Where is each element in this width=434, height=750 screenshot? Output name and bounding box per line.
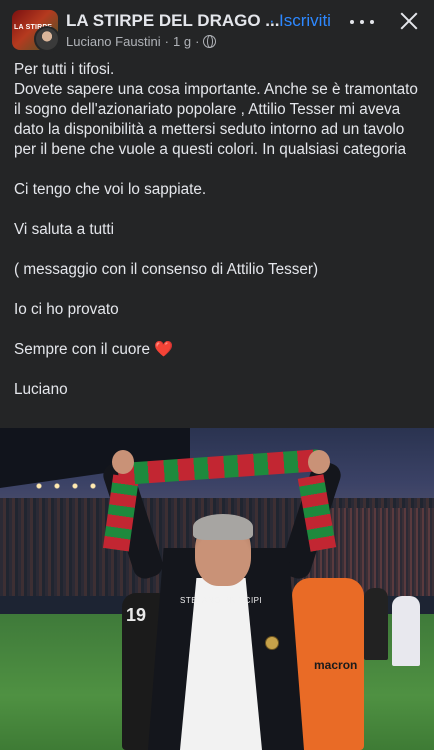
author-name[interactable]: Luciano Faustini (66, 34, 161, 49)
meta-separator: · (164, 34, 170, 49)
post-paragraph: Per tutti i tifosi. (14, 61, 115, 78)
post-time[interactable]: 1 g (173, 34, 191, 49)
globe-icon (203, 35, 217, 48)
post-paragraph: Ci tengo che voi lo sappiate. (14, 181, 207, 198)
group-name[interactable]: LA STIRPE DEL DRAGO ... (66, 11, 279, 31)
more-icon[interactable] (350, 12, 374, 32)
jersey-number: 19 (126, 605, 147, 625)
kit-brand: macron (314, 658, 358, 672)
photo-coach-hand-right (308, 450, 330, 474)
meta-separator-2: · (195, 34, 200, 49)
club-badge-icon (265, 636, 279, 650)
post-paragraph: Io ci ho provato (14, 301, 119, 318)
photo-watermark: STEFANO PRINCIPI (180, 596, 263, 605)
author-avatar[interactable] (34, 26, 60, 52)
heart-emoji-icon: ❤️ (154, 341, 174, 358)
post-meta: Luciano Faustini · 1 g · (66, 34, 217, 49)
title-separator: · (269, 11, 275, 30)
photo-official (392, 596, 420, 666)
photo-steward: macron (292, 578, 364, 750)
post-header: LA STIRPE LA STIRPE DEL DRAGO ... · Iscr… (0, 0, 434, 56)
close-icon[interactable] (400, 12, 418, 30)
post-paragraph: ( messaggio con il consenso di Attilio T… (14, 261, 319, 278)
post-photo[interactable]: 19 macron STEFANO PRINCIPI (0, 428, 434, 750)
post-text: Per tutti i tifosi. Dovete sapere una co… (14, 60, 424, 400)
post-paragraph: Vi saluta a tutti (14, 221, 115, 238)
post-paragraph-text: Sempre con il cuore (14, 341, 151, 358)
post-paragraph: Dovete sapere una cosa importante. Anche… (14, 81, 418, 158)
photo-coach-hand-left (112, 450, 134, 474)
post-paragraph-heart: Sempre con il cuore ❤️ (14, 340, 424, 360)
photo-staff (364, 588, 388, 660)
photo-coach-hair (193, 514, 253, 540)
post-signature: Luciano (14, 381, 68, 398)
join-group-link[interactable]: Iscriviti (279, 11, 331, 31)
